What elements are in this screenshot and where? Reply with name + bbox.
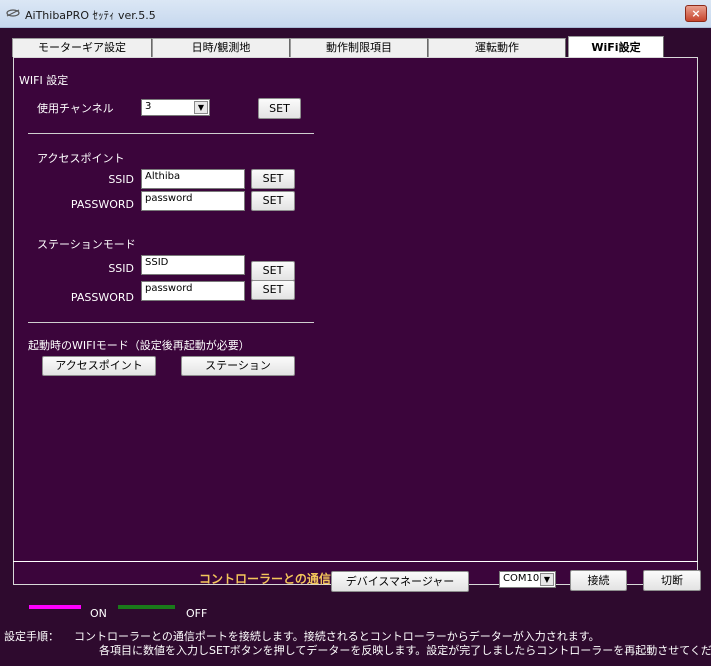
tab-limits[interactable]: 動作制限項目: [290, 38, 428, 57]
tab-operation[interactable]: 運転動作: [428, 38, 566, 57]
divider: [13, 561, 698, 562]
tab-datetime-location[interactable]: 日時/観測地: [152, 38, 290, 57]
tab-strip: モーターギア設定 日時/観測地 動作制限項目 運転動作 WiFi設定: [12, 36, 702, 57]
wifi-settings-panel: WIFI 設定 使用チャンネル 3 ▼ SET アクセスポイント SSID Al…: [13, 57, 698, 585]
on-legend-label: ON: [90, 607, 107, 620]
controller-comm-label: コントローラーとの通信: [199, 572, 331, 586]
off-legend-label: OFF: [186, 607, 208, 620]
ap-password-input[interactable]: password: [141, 191, 245, 211]
connect-button[interactable]: 接続: [570, 570, 627, 591]
channel-value: 3: [145, 101, 152, 112]
close-button[interactable]: ×: [685, 5, 707, 22]
station-ssid-label: SSID: [108, 262, 134, 275]
station-ssid-input[interactable]: SSID: [141, 255, 245, 275]
off-indicator-swatch: [118, 605, 175, 609]
divider: [28, 322, 314, 323]
station-mode-title: ステーションモード: [37, 238, 136, 251]
ap-password-label: PASSWORD: [70, 198, 134, 211]
com-port-select[interactable]: COM10 ▼: [499, 571, 556, 588]
on-indicator-swatch: [29, 605, 81, 609]
station-ssid-set-button[interactable]: SET: [251, 261, 295, 281]
tab-wifi-settings[interactable]: WiFi設定: [568, 36, 664, 57]
steps-line-2: 各項目に数値を入力しSETボタンを押してデーターを反映します。設定が完了しました…: [99, 644, 711, 657]
main-window: モーターギア設定 日時/観測地 動作制限項目 運転動作 WiFi設定 WIFI …: [0, 28, 711, 666]
app-icon: [6, 9, 20, 17]
startup-access-point-button[interactable]: アクセスポイント: [42, 356, 156, 376]
channel-set-button[interactable]: SET: [258, 98, 301, 119]
disconnect-button[interactable]: 切断: [643, 570, 701, 591]
chevron-down-icon[interactable]: ▼: [194, 101, 208, 114]
steps-heading: 設定手順：: [4, 630, 59, 643]
ap-password-set-button[interactable]: SET: [251, 191, 295, 211]
station-password-set-button[interactable]: SET: [251, 280, 295, 300]
title-bar: AiThibaPRO ｾｯﾃｨ ver.5.5 ×: [0, 0, 711, 28]
startup-mode-title: 起動時のWIFIモード（設定後再起動が必要）: [28, 339, 250, 352]
channel-label: 使用チャンネル: [37, 102, 114, 115]
station-password-input[interactable]: password: [141, 281, 245, 301]
com-port-value: COM10: [503, 573, 540, 584]
wifi-section-title: WIFI 設定: [19, 74, 69, 87]
startup-station-button[interactable]: ステーション: [181, 356, 295, 376]
station-password-label: PASSWORD: [70, 291, 134, 304]
ap-ssid-set-button[interactable]: SET: [251, 169, 295, 189]
window-title: AiThibaPRO ｾｯﾃｨ ver.5.5: [25, 9, 156, 22]
device-manager-button[interactable]: デバイスマネージャー: [331, 571, 469, 592]
ap-ssid-label: SSID: [108, 173, 134, 186]
ap-ssid-input[interactable]: Althiba: [141, 169, 245, 189]
divider: [28, 133, 314, 134]
chevron-down-icon[interactable]: ▼: [540, 573, 554, 586]
access-point-title: アクセスポイント: [37, 152, 125, 165]
channel-select[interactable]: 3 ▼: [141, 99, 210, 116]
tab-motor-gear[interactable]: モーターギア設定: [12, 38, 152, 57]
